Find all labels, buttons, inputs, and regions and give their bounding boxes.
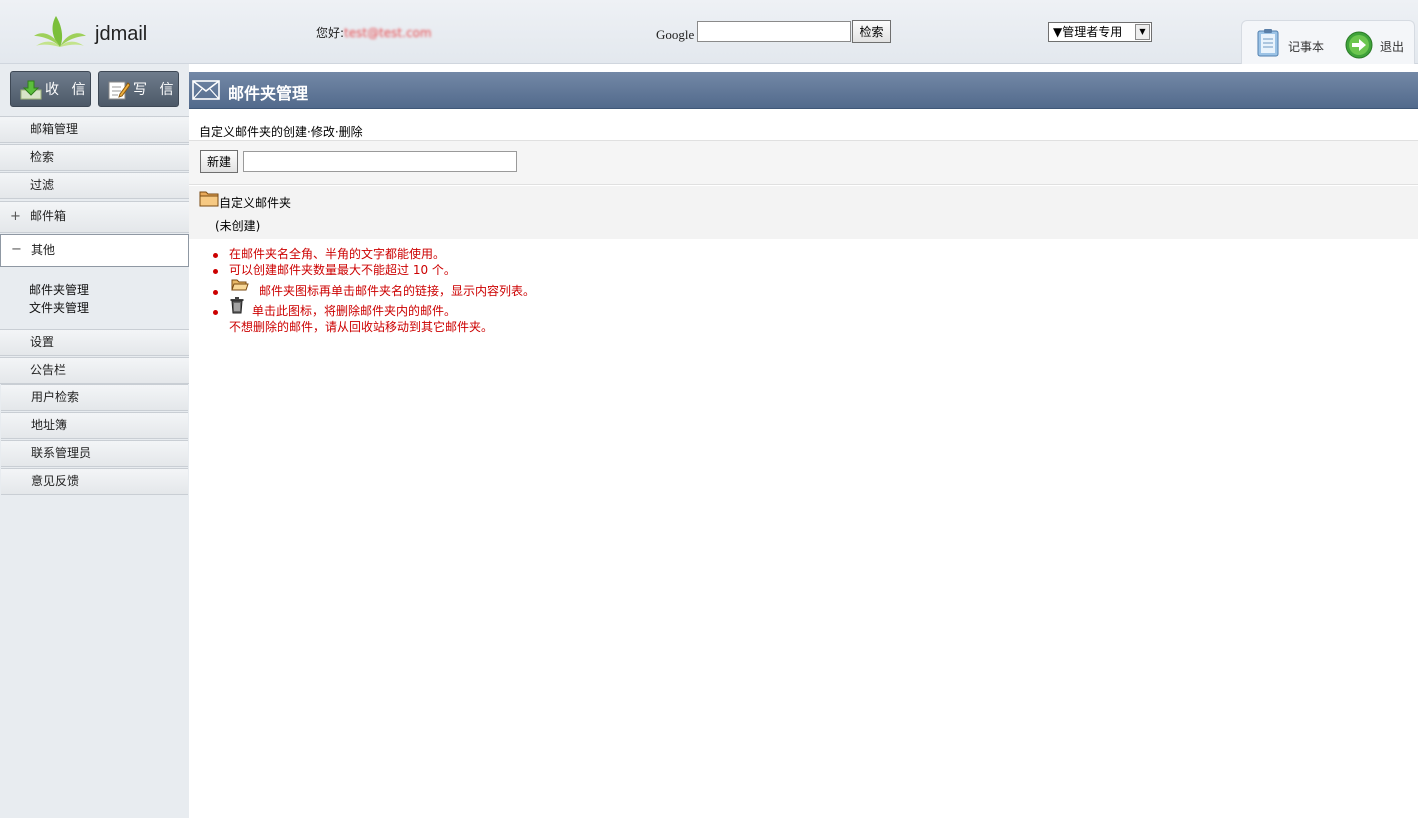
- sidebar-item-label: 用户检索: [31, 390, 80, 404]
- google-search-input[interactable]: [697, 21, 851, 42]
- chevron-down-icon: ▼: [1135, 24, 1150, 40]
- greeting-label: 您好:: [316, 26, 345, 40]
- leaf-logo-icon: [34, 16, 86, 47]
- sidebar-item-settings[interactable]: 设置: [0, 329, 189, 356]
- logo[interactable]: jdmail: [32, 14, 152, 50]
- sidebar-item-label: 邮箱管理: [30, 122, 79, 136]
- trash-icon: [230, 297, 244, 314]
- receive-mail-button[interactable]: 收 信: [10, 71, 91, 107]
- sidebar-item-other[interactable]: − 其他: [0, 234, 189, 267]
- sidebar-item-label: 联系管理员: [31, 446, 92, 460]
- sidebar-item-label: 过滤: [30, 178, 55, 192]
- logo-text: jdmail: [95, 23, 148, 45]
- open-folder-icon: [231, 279, 249, 291]
- google-search-button[interactable]: 检索: [852, 20, 891, 43]
- new-folder-button[interactable]: 新建: [200, 150, 238, 173]
- note-text: 单击此图标，将删除邮件夹内的邮件。: [252, 304, 457, 318]
- sidebar-item-mailbox[interactable]: + 邮件箱: [0, 201, 189, 233]
- sidebar-subitem-file-folder-management[interactable]: 文件夹管理: [29, 299, 89, 316]
- sidebar-item-label: 其他: [31, 243, 56, 257]
- sidebar-item-filter[interactable]: 过滤: [0, 172, 189, 199]
- note-text: 在邮件夹名全角、半角的文字都能使用。: [229, 247, 446, 261]
- sidebar-subitem-mail-folder-management[interactable]: 邮件夹管理: [29, 281, 89, 298]
- sidebar-item-label: 地址簿: [31, 418, 68, 432]
- minus-icon: −: [11, 242, 22, 257]
- compose-mail-label: 写 信: [133, 82, 178, 98]
- logout-link[interactable]: 退出: [1380, 38, 1404, 55]
- note-text: 邮件夹图标再单击邮件夹名的链接，显示内容列表。: [259, 284, 536, 298]
- sidebar-item-label: 检索: [30, 150, 55, 164]
- compose-mail-button[interactable]: 写 信: [98, 71, 179, 107]
- notepad-link[interactable]: 记事本: [1288, 38, 1324, 55]
- bullet-icon: [213, 253, 218, 258]
- bullet-icon: [213, 290, 218, 295]
- bullet-icon: [213, 310, 218, 315]
- custom-folder-title: 自定义邮件夹: [219, 196, 292, 210]
- admin-select[interactable]: ▼管理者专用 ▼: [1048, 22, 1152, 42]
- new-folder-name-input[interactable]: [243, 151, 517, 172]
- header: jdmail 您好:test@test.com Google 检索 ▼管理者专用…: [0, 0, 1418, 64]
- tools-panel: 记事本 退出: [1241, 20, 1415, 64]
- compose-icon: [108, 81, 130, 100]
- arrow-right-circle-icon[interactable]: [1345, 31, 1373, 59]
- sidebar: 收 信 写 信 邮箱管理 检索 过滤 + 邮件箱 − 其他 邮件夹管理 文件夹管…: [0, 64, 189, 818]
- greeting: 您好:test@test.com: [316, 24, 432, 41]
- sidebar-item-mailbox-management[interactable]: 邮箱管理: [0, 116, 189, 143]
- sidebar-item-label: 设置: [30, 335, 55, 349]
- folder-empty-text: (未创建): [215, 219, 261, 233]
- sidebar-item-label: 邮件箱: [30, 209, 67, 223]
- sidebar-item-bulletin[interactable]: 公告栏: [0, 357, 189, 384]
- note-text: 不想删除的邮件，请从回收站移动到其它邮件夹。: [229, 320, 494, 334]
- envelope-icon: [192, 80, 220, 100]
- sidebar-item-feedback[interactable]: 意见反馈: [1, 468, 188, 495]
- folder-icon: [199, 191, 219, 207]
- sidebar-item-search[interactable]: 检索: [0, 144, 189, 171]
- note-text: 可以创建邮件夹数量最大不能超过 10 个。: [229, 263, 456, 277]
- main-title-bar: 邮件夹管理: [189, 72, 1418, 109]
- sidebar-item-address-book[interactable]: 地址簿: [1, 412, 188, 439]
- page-description: 自定义邮件夹的创建·修改·删除: [199, 125, 363, 139]
- plus-icon: +: [10, 209, 21, 224]
- page-title: 邮件夹管理: [228, 84, 309, 103]
- notepad-icon[interactable]: [1254, 28, 1282, 58]
- google-label: Google: [656, 27, 695, 42]
- sidebar-item-label: 意见反馈: [31, 474, 80, 488]
- sidebar-item-user-search[interactable]: 用户检索: [1, 384, 188, 411]
- sidebar-item-label: 公告栏: [30, 363, 67, 377]
- custom-folder-section: 自定义邮件夹 (未创建): [189, 186, 1418, 239]
- download-icon: [20, 80, 42, 100]
- greeting-user: test@test.com: [344, 26, 432, 40]
- bullet-icon: [213, 269, 218, 274]
- receive-mail-label: 收 信: [45, 82, 90, 98]
- admin-select-value: ▼管理者专用: [1053, 25, 1123, 39]
- sidebar-item-contact-admin[interactable]: 联系管理员: [1, 440, 188, 467]
- new-folder-row: 新建: [189, 140, 1418, 185]
